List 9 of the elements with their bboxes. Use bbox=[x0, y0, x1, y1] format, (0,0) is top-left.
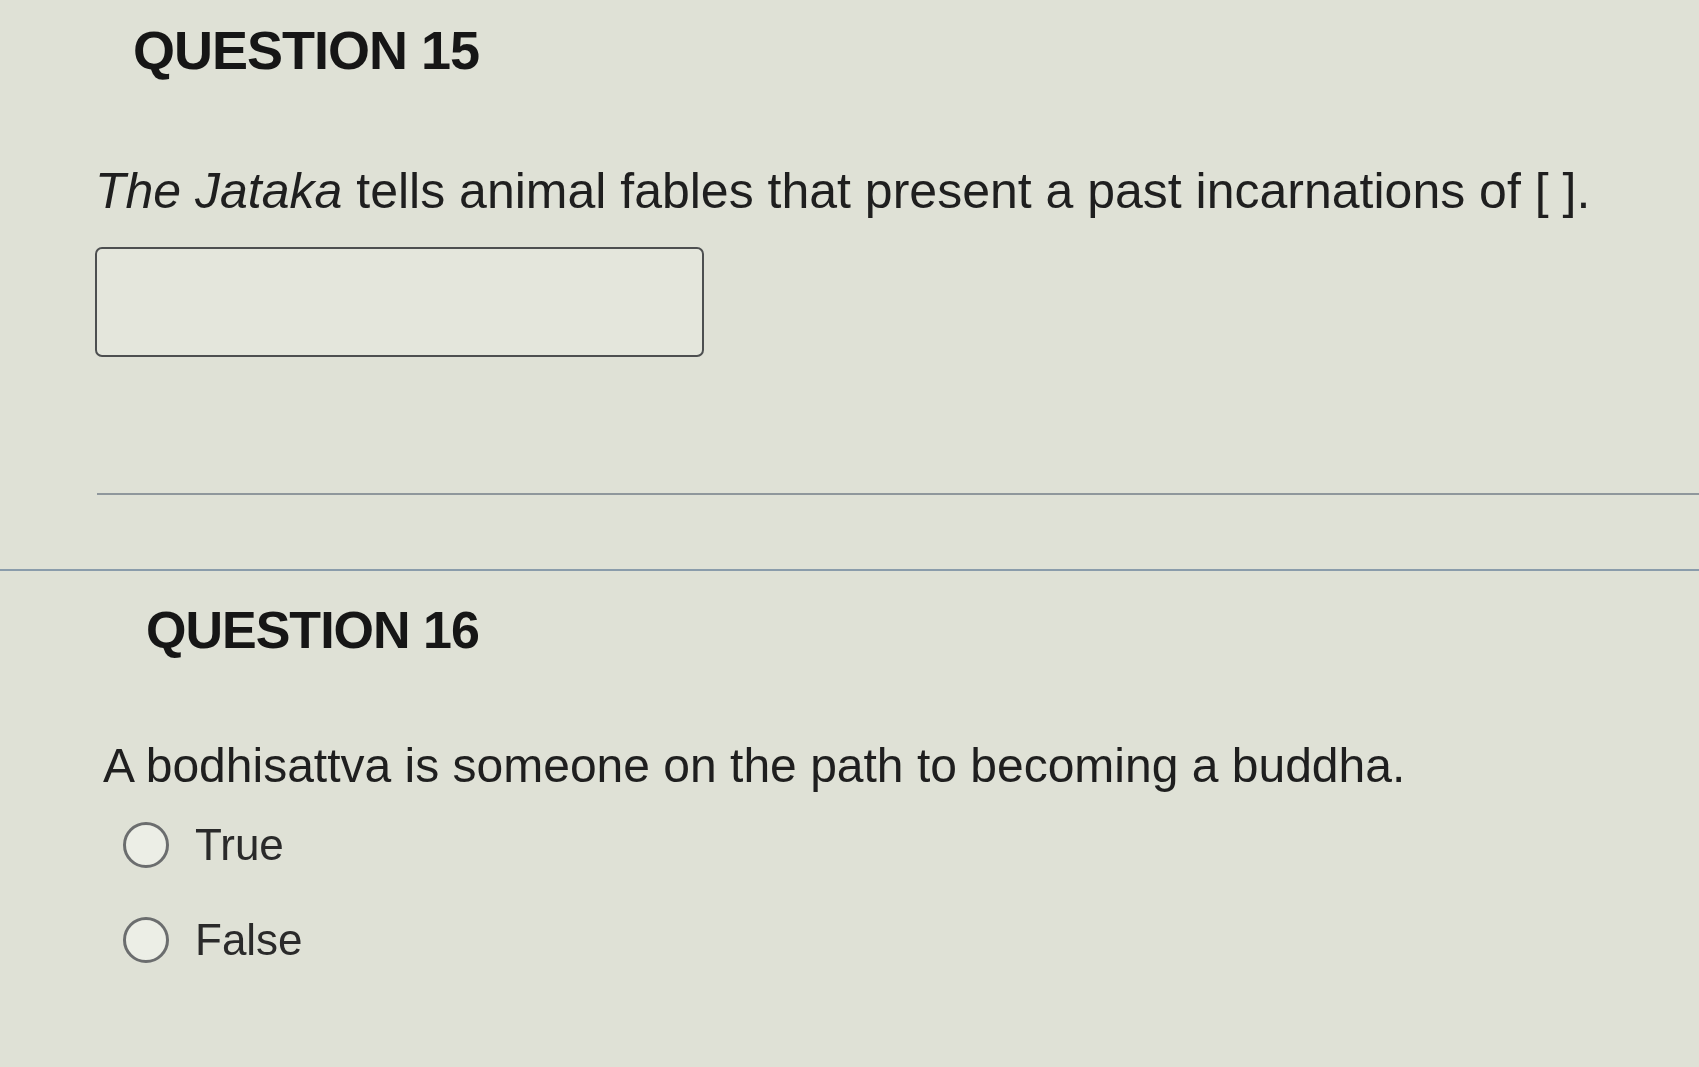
question-heading: QUESTION 15 bbox=[133, 19, 480, 82]
radio-icon[interactable] bbox=[122, 821, 170, 869]
radio-option[interactable]: False bbox=[122, 913, 303, 967]
question-text: The Jataka tells animal fables that present a past incarnations of [ ]. bbox=[95, 162, 1591, 221]
radio-option[interactable]: True bbox=[122, 818, 303, 872]
question-heading: QUESTION 16 bbox=[146, 600, 479, 661]
radio-icon[interactable] bbox=[122, 916, 170, 964]
question-text: A bodhisattva is someone on the path to becoming a buddha. bbox=[103, 738, 1406, 794]
answer-box[interactable] bbox=[95, 247, 704, 357]
